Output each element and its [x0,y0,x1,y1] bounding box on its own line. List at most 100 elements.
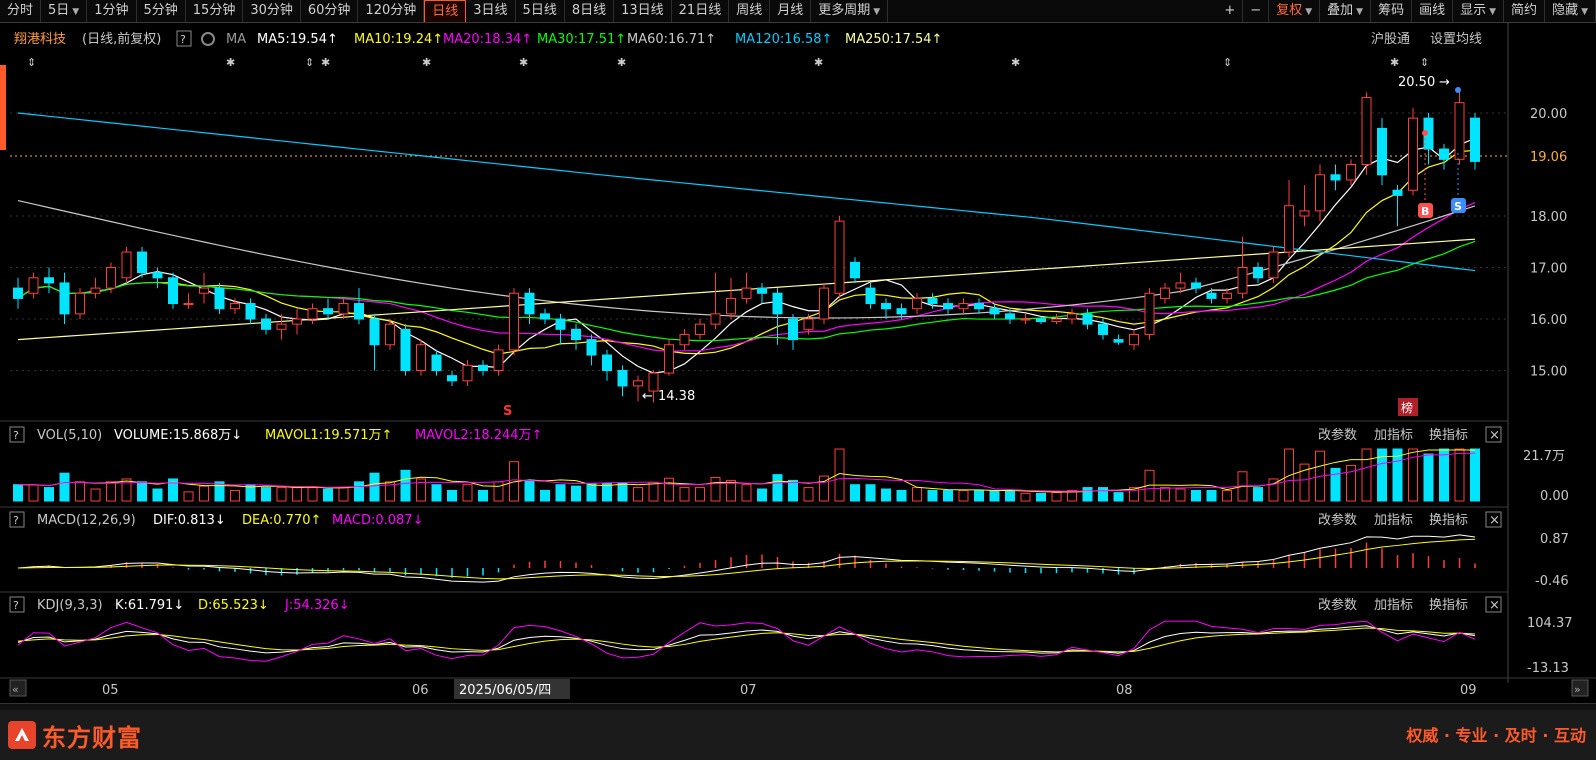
volume-bar [540,489,550,502]
candle-body [1005,313,1015,320]
macd-macd: MACD:0.087↓ [332,513,423,528]
brand-bar: 东方财富 [0,710,1596,760]
change-params-button[interactable]: 改参数 [1318,427,1357,443]
fuquan-button[interactable]: 复权 ▼ [1269,0,1321,22]
period-tab-5[interactable]: 30分钟 [243,0,301,22]
vol-tick-max: 21.7万 [1523,449,1565,464]
kline-chart-svg[interactable]: 翔港科技 (日线,前复权) ? MA MA5:19.54↑ MA10:19.24↑… [0,23,1596,703]
candle-body [1330,174,1341,181]
set-ma-button[interactable]: 设置均线 [1430,32,1482,47]
price-tick: 18.00 [1530,210,1567,225]
candle-body [323,308,333,315]
candle-body [695,323,705,335]
dropdown-caret-icon: ▼ [1489,7,1497,17]
simple-button[interactable]: 简约 [1504,0,1546,22]
switch-indicator-button[interactable]: 换指标 [1429,598,1468,613]
period-tab-15[interactable]: 月线 [770,0,812,22]
period-tab-8[interactable]: 日线 [424,0,467,22]
price-tick: 20.00 [1530,107,1567,122]
period-tab-1[interactable]: 5日 ▼ [41,0,88,22]
help-text: ? [180,33,186,46]
candle-body [1454,102,1465,160]
candle-body [555,318,566,330]
event-marker-icon: ✱ [1011,56,1020,69]
add-indicator-button[interactable]: 加指标 [1374,598,1413,613]
switch-indicator-button[interactable]: 换指标 [1429,428,1468,443]
vol-bars [13,448,1480,502]
chip-button[interactable]: 筹码 [1371,0,1413,22]
brand-name: 东方财富 [42,723,142,752]
volume-bar [28,484,39,502]
volume-bar [757,488,767,502]
candle-body [1284,205,1294,253]
change-params-button[interactable]: 改参数 [1318,597,1357,613]
xaxis-label-1: 06 [412,683,429,698]
candle-body [13,287,23,299]
ma10-line [17,149,1476,355]
volume-bar [865,484,876,502]
add-indicator-button[interactable]: 加指标 [1374,428,1413,443]
k-line [17,625,1476,654]
add-indicator-button[interactable]: 加指标 [1374,513,1413,528]
candle-body [385,323,395,346]
vol-axis: 21.7万 0.00 [1523,449,1569,504]
candle-body [834,220,845,294]
volume-bar [664,477,674,502]
volume-bar [958,489,969,502]
candle-body [354,303,364,320]
event-marker-icon: ⇕ [305,56,314,69]
candle-body [493,349,504,371]
hugutong-link[interactable]: 沪股通 [1371,31,1410,47]
red-s-marker[interactable]: S [503,404,512,419]
period-tab-7[interactable]: 120分钟 [358,0,425,22]
period-tab-4[interactable]: 15分钟 [186,0,244,22]
xaxis-label-4: 09 [1460,683,1477,698]
candle-body [261,318,271,330]
change-params-button[interactable]: 改参数 [1318,512,1357,528]
period-tab-11[interactable]: 8日线 [565,0,615,22]
period-tab-3[interactable]: 5分钟 [137,0,186,22]
low-price-label: 14.38 [658,389,695,404]
price-tick: 16.00 [1530,313,1567,328]
sell-marker: S [1454,200,1462,213]
period-tab-0[interactable]: 分时 [0,0,42,22]
candle-body [276,323,287,330]
price-grid [10,112,1508,371]
gear-icon[interactable] [201,32,215,46]
zoom-out-button[interactable]: − [1243,0,1270,22]
candle-body [509,292,519,351]
kdj-plot [17,620,1476,662]
period-tab-12[interactable]: 13日线 [614,0,672,22]
volume-bar [1439,448,1449,502]
candle-body [1113,339,1124,343]
switch-indicator-button[interactable]: 换指标 [1429,513,1468,528]
chart-area[interactable]: 翔港科技 (日线,前复权) ? MA MA5:19.54↑ MA10:19.24↑… [0,23,1596,703]
candle-body [1346,164,1356,181]
candle-body [881,303,891,310]
volume-bar [338,487,349,502]
price-tick: 17.00 [1530,262,1567,277]
period-tab-10[interactable]: 5日线 [516,0,565,22]
candle-body [757,287,767,294]
period-tab-13[interactable]: 21日线 [672,0,730,22]
overlay-button[interactable]: 叠加 ▼ [1320,0,1372,22]
dropdown-caret-icon: ▼ [72,7,80,17]
display-button[interactable]: 显示 ▼ [1453,0,1505,22]
high-arrow-icon: → [1439,75,1450,90]
ma-legend-item-5: MA120:16.58↑ [735,32,832,47]
event-marker-icon: ✱ [422,56,431,69]
period-tab-16[interactable]: 更多周期 ▼ [811,0,889,22]
period-tab-14[interactable]: 周线 [729,0,771,22]
period-tab-6[interactable]: 60分钟 [301,0,359,22]
vol-name: VOL(5,10) [37,428,102,443]
period-tab-2[interactable]: 1分钟 [87,0,137,22]
volume-bar [633,487,643,502]
period-tab-9[interactable]: 3日线 [466,0,516,22]
candle-body [214,287,225,310]
zoom-in-button[interactable]: + [1217,0,1244,22]
candle-body [540,313,550,320]
volume-bar [400,469,411,502]
candle-body [524,292,535,315]
draw-line-button[interactable]: 画线 [1412,0,1454,22]
hide-button[interactable]: 隐藏 ▼ [1545,0,1596,22]
